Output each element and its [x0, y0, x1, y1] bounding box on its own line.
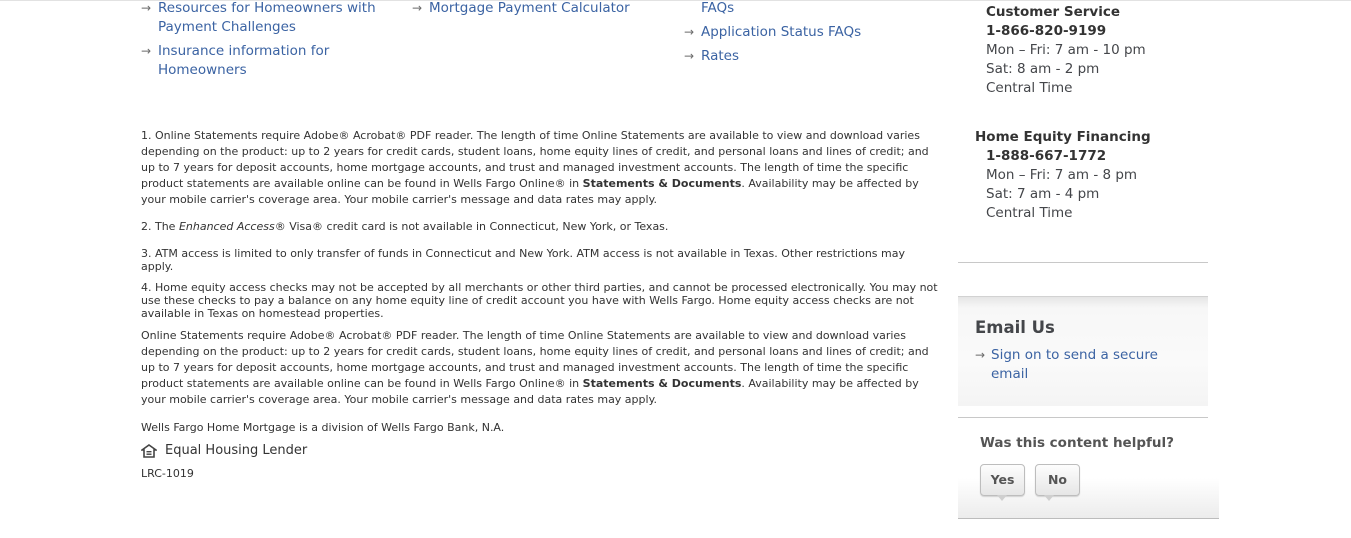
- footnote-italic: Enhanced Access: [178, 220, 275, 233]
- customer-service-hours: Sat: 8 am - 2 pm: [986, 61, 1100, 77]
- button-tail: [997, 495, 1007, 501]
- link-application-status-faqs[interactable]: Application Status FAQs: [701, 23, 861, 42]
- link-payment-calculator[interactable]: Mortgage Payment Calculator: [429, 0, 630, 18]
- no-button[interactable]: No: [1035, 464, 1080, 501]
- link-line: Sign on to send a secure: [991, 347, 1158, 363]
- link-insurance-info[interactable]: Insurance information for Homeowners: [158, 42, 329, 80]
- divider: [958, 518, 1219, 519]
- arrow-right-icon: →: [412, 1, 423, 15]
- footnote-bold: Statements & Documents: [582, 377, 742, 390]
- link-line: Payment Challenges: [158, 19, 296, 35]
- footnote-text: 2. The: [141, 220, 179, 233]
- button-tail: [1044, 495, 1054, 501]
- home-equity-hours: Sat: 7 am - 4 pm: [986, 186, 1100, 202]
- arrow-right-icon: →: [684, 25, 695, 39]
- link-resources-homeowners[interactable]: Resources for Homeowners with Payment Ch…: [158, 0, 376, 37]
- home-equity-timezone: Central Time: [986, 205, 1073, 221]
- yes-label: Yes: [990, 472, 1015, 487]
- lrc-code: LRC-1019: [141, 467, 194, 480]
- arrow-right-icon: →: [141, 44, 152, 58]
- footnote-3: 3. ATM access is limited to only transfe…: [141, 247, 905, 273]
- divider: [958, 296, 1208, 297]
- customer-service-phone: 1-866-820-9199: [986, 23, 1107, 39]
- helpful-question: Was this content helpful?: [980, 435, 1174, 451]
- divider: [958, 262, 1208, 263]
- equal-housing-icon: [139, 443, 159, 462]
- link-line: Homeowners: [158, 62, 247, 78]
- arrow-right-icon: →: [975, 348, 986, 362]
- email-us-title: Email Us: [975, 318, 1055, 337]
- arrow-right-icon: →: [141, 1, 152, 15]
- customer-service-hours: Mon – Fri: 7 am - 10 pm: [986, 42, 1146, 58]
- division-note: Wells Fargo Home Mortgage is a division …: [141, 421, 505, 434]
- link-line: email: [991, 366, 1029, 382]
- yes-button[interactable]: Yes: [980, 464, 1025, 501]
- home-equity-phone: 1-888-667-1772: [986, 148, 1107, 164]
- arrow-right-icon: →: [684, 49, 695, 63]
- footnote-4: 4. Home equity access checks may not be …: [141, 281, 938, 320]
- equal-housing-label: Equal Housing Lender: [165, 443, 308, 458]
- customer-service-timezone: Central Time: [986, 80, 1073, 96]
- footnote-bold: Statements & Documents: [582, 177, 742, 190]
- footnote-1: 1. Online Statements require Adobe® Acro…: [141, 128, 938, 208]
- no-label: No: [1047, 472, 1068, 487]
- footnote-5: Online Statements require Adobe® Acrobat…: [141, 328, 938, 408]
- customer-service-title: Customer Service: [986, 4, 1120, 20]
- link-faqs[interactable]: FAQs: [701, 0, 734, 18]
- footnote-text: ® Visa® credit card is not available in …: [274, 220, 669, 233]
- link-line: Resources for Homeowners with: [158, 0, 376, 16]
- link-line: Insurance information for: [158, 43, 330, 59]
- footnote-2: 2. The Enhanced Access® Visa® credit car…: [141, 219, 938, 235]
- home-equity-hours: Mon – Fri: 7 am - 8 pm: [986, 167, 1138, 183]
- home-equity-title: Home Equity Financing: [975, 129, 1151, 145]
- link-rates[interactable]: Rates: [701, 47, 739, 66]
- link-secure-email[interactable]: Sign on to send a secure email: [991, 346, 1158, 384]
